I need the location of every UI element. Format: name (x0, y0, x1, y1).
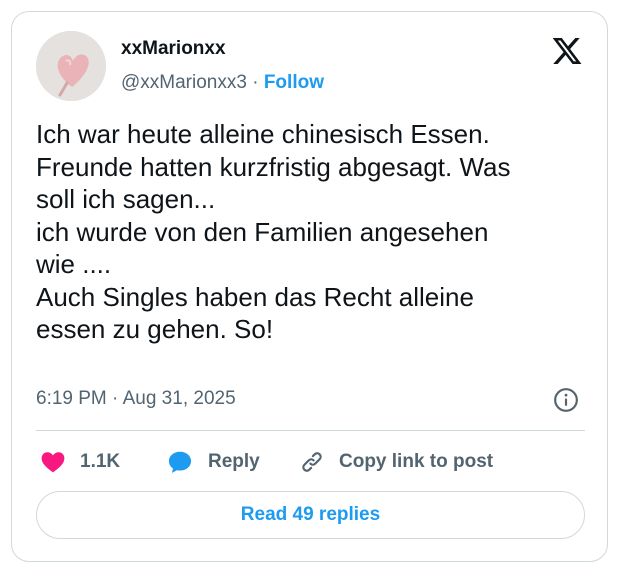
tweet-text-line: ich wurde von den Familien angesehen (36, 216, 489, 247)
tweet-text-line: Freunde hatten kurzfristig abgesagt. Was (36, 151, 511, 182)
copy-link-button[interactable]: Copy link to post (299, 447, 493, 477)
tweet-text: Ich war heute alleine chinesisch Essen. … (36, 118, 596, 346)
tweet-text-line: Ich war heute alleine chinesisch Essen. (36, 119, 490, 149)
reply-label: Reply (208, 451, 260, 472)
link-icon (302, 452, 322, 472)
read-replies-button[interactable]: Read 49 replies (36, 491, 585, 539)
heart-icon (41, 452, 65, 473)
tweet-text-line: essen zu gehen. So! (36, 314, 274, 344)
x-logo-icon[interactable] (551, 35, 583, 67)
follow-link[interactable]: Follow (264, 72, 324, 93)
separator-dot: · (246, 72, 264, 93)
tweet-timestamp[interactable]: 6:19 PM · Aug 31, 2025 (36, 388, 236, 410)
author-display-name[interactable]: xxMarionxx (121, 38, 226, 60)
like-button[interactable]: 1.1K (40, 447, 120, 477)
tweet-text-line: Auch Singles haben das Recht alleine (36, 281, 474, 312)
avatar[interactable] (36, 31, 106, 101)
tweet-text-line: wie .... (36, 249, 112, 279)
divider (36, 430, 585, 431)
tweet-card: xxMarionxx @xxMarionxx3 · Follow Ich war… (11, 11, 608, 562)
reply-button[interactable]: Reply (166, 447, 260, 477)
tweet-text-line: soll ich sagen... (36, 184, 216, 214)
author-handle-line: @xxMarionxx3 · Follow (121, 72, 324, 94)
reply-bubble-icon (168, 451, 192, 473)
copy-link-label: Copy link to post (339, 451, 494, 472)
like-count: 1.1K (80, 451, 121, 472)
author-handle[interactable]: @xxMarionxx3 (121, 72, 247, 93)
info-icon[interactable] (553, 387, 579, 413)
